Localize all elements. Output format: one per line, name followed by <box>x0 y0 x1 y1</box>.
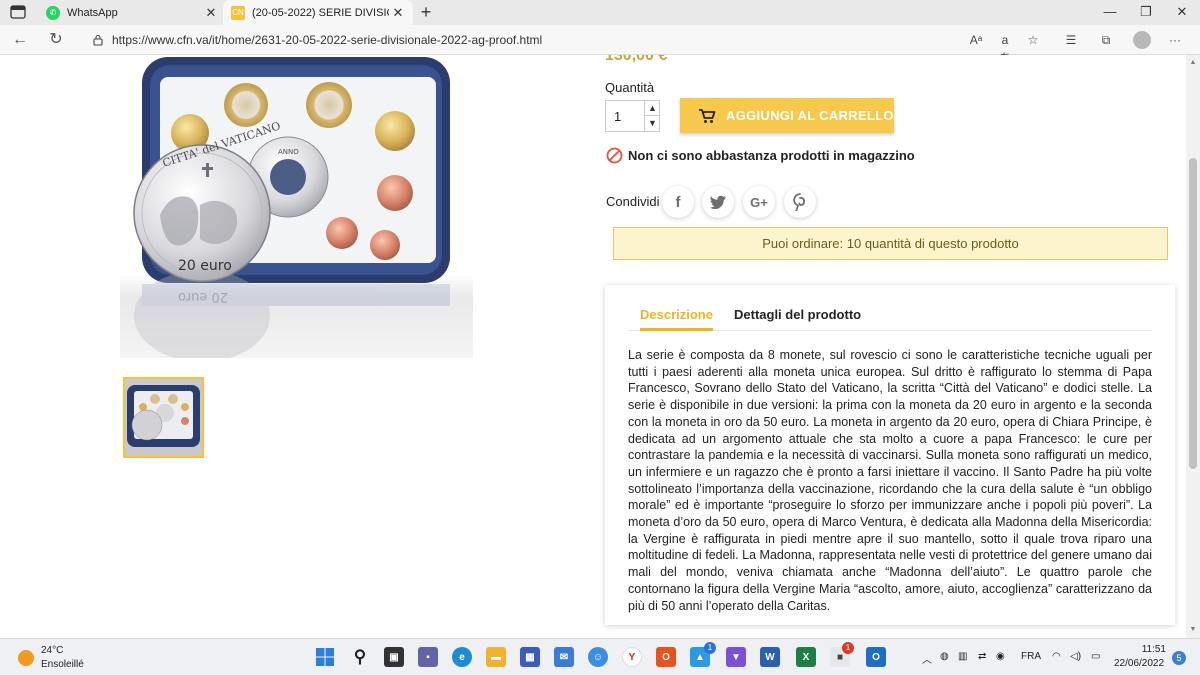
add-to-cart-label: AGGIUNGI AL CARRELLO <box>726 108 894 123</box>
favorites-icon[interactable]: ☰ <box>1062 31 1080 49</box>
googleplus-share-button[interactable]: G+ <box>743 186 775 218</box>
browser-tab-bar: ✆ WhatsApp ✕ CN (20-05-2022) SERIE DIVIS… <box>0 0 1200 25</box>
notification-badge: 1 <box>842 642 854 654</box>
start-menu-icon[interactable] <box>315 647 335 667</box>
edge-browser-icon[interactable]: e <box>452 647 472 667</box>
tray-app-icon[interactable]: ⇄ <box>978 651 986 662</box>
profile-avatar[interactable] <box>1133 31 1151 49</box>
googleplus-icon: G+ <box>750 194 768 210</box>
stock-warning-text: Non ci sono abbastanza prodotti in magaz… <box>628 148 915 163</box>
scroll-thumb[interactable] <box>1189 158 1197 469</box>
teams-chat-icon[interactable]: ▪ <box>418 647 438 667</box>
task-view-icon[interactable]: ▣ <box>384 647 404 667</box>
back-arrow-icon[interactable]: ← <box>10 30 30 50</box>
notification-count[interactable]: 5 <box>1172 651 1186 665</box>
whatsapp-icon: ✆ <box>46 5 60 20</box>
collections-icon[interactable]: ⧉ <box>1097 31 1115 49</box>
vpn-icon[interactable]: ▼ <box>726 647 746 667</box>
url-field[interactable]: https://www.cfn.va/it/home/2631-20-05-20… <box>86 29 1086 51</box>
microsoft-store-icon[interactable]: ▦ <box>520 647 540 667</box>
office-icon[interactable]: O <box>656 647 676 667</box>
twitter-share-button[interactable] <box>702 186 734 218</box>
minimize-button[interactable]: — <box>1100 3 1120 21</box>
description-card: Descrizione Dettagli del prodotto La ser… <box>605 285 1175 625</box>
description-text: La serie è composta da 8 monete, sul rov… <box>628 348 1152 613</box>
tray-app-icon[interactable]: ◉ <box>996 651 1005 662</box>
new-tab-button[interactable]: + <box>416 2 436 22</box>
coin-reflection-label: 20 euro <box>178 289 228 304</box>
weather-temperature[interactable]: 24°C <box>41 645 63 656</box>
wifi-icon[interactable]: ◠ <box>1052 651 1061 662</box>
notification-badge: 1 <box>704 642 716 654</box>
tab-title: WhatsApp <box>67 6 118 19</box>
pinterest-icon <box>793 193 805 211</box>
mail-icon[interactable]: ✉ <box>554 647 574 667</box>
coin-ring-text: ANNO <box>278 148 299 156</box>
read-aloud-icon[interactable]: Aᵃ <box>967 31 985 49</box>
outlook-icon[interactable]: O <box>866 647 886 667</box>
page-scrollbar[interactable]: ▲ ▼ <box>1186 55 1200 638</box>
restore-button[interactable]: ❐ <box>1136 3 1156 21</box>
yandex-browser-icon[interactable]: Y <box>622 647 642 667</box>
share-label: Condividi <box>606 194 660 209</box>
close-icon[interactable]: ✕ <box>202 5 220 21</box>
availability-notice: Puoi ordinare: 10 quantità di questo pro… <box>613 227 1168 260</box>
windows-taskbar: 24°C Ensoleillé ⚲ ▣ ▪ e ▬ ▦ ✉ ☺ Y O ▲ 1 … <box>0 638 1200 675</box>
translate-icon[interactable]: aあ <box>996 31 1014 65</box>
word-icon[interactable]: W <box>760 647 780 667</box>
weather-sun-icon[interactable] <box>18 650 34 666</box>
chat-app-icon[interactable]: ☺ <box>588 647 608 667</box>
product-image[interactable]: ANNO CITTA' del VATICANO 20 euro 20 euro <box>120 55 473 358</box>
tab-whatsapp[interactable]: ✆ WhatsApp ✕ <box>36 0 226 25</box>
tray-overflow-icon[interactable]: ︿ <box>922 651 932 666</box>
search-icon[interactable]: ⚲ <box>350 647 370 667</box>
product-price: 130,00 € <box>605 55 668 64</box>
facebook-share-button[interactable]: f <box>662 186 694 218</box>
twitter-icon <box>709 195 726 209</box>
tab-cfn[interactable]: CN (20-05-2022) SERIE DIVISIONALE ✕ <box>223 0 413 25</box>
more-options-icon[interactable]: ··· <box>1166 31 1184 49</box>
clock-time[interactable]: 11:51 <box>1140 644 1166 655</box>
cart-icon <box>699 108 716 123</box>
lock-icon <box>93 34 103 46</box>
url-text: https://www.cfn.va/it/home/2631-20-05-20… <box>112 33 543 47</box>
tray-app-icon[interactable]: ◍ <box>940 651 949 662</box>
tray-app-icon[interactable]: ▥ <box>958 651 967 662</box>
close-icon[interactable]: ✕ <box>389 5 407 21</box>
tab-dettagli-prodotto[interactable]: Dettagli del prodotto <box>734 307 861 331</box>
address-bar: ← ↻ https://www.cfn.va/it/home/2631-20-0… <box>0 25 1200 65</box>
close-window-button[interactable]: ✕ <box>1172 3 1192 21</box>
product-thumbnail[interactable] <box>123 377 204 458</box>
quantity-value[interactable]: 1 <box>614 109 621 124</box>
favorite-add-icon[interactable]: ☆ <box>1024 31 1042 49</box>
quantity-label: Quantità <box>605 80 655 95</box>
language-indicator[interactable]: FRA <box>1021 651 1041 662</box>
pinterest-share-button[interactable] <box>784 186 816 218</box>
quantity-increase-button[interactable]: ▲ <box>644 101 660 116</box>
file-explorer-icon[interactable]: ▬ <box>486 647 506 667</box>
ban-icon <box>606 147 623 164</box>
cfn-favicon-icon: CN <box>231 5 245 20</box>
tab-title: (20-05-2022) SERIE DIVISIONALE <box>252 6 389 19</box>
product-page: 130,00 € ANNO CITTA' del VATICANO 20 eur… <box>0 55 1186 638</box>
excel-icon[interactable]: X <box>796 647 816 667</box>
quantity-decrease-button[interactable]: ▼ <box>644 116 660 131</box>
quantity-stepper[interactable]: 1 ▲ ▼ <box>605 100 660 132</box>
description-tabs: Descrizione Dettagli del prodotto <box>628 302 1152 331</box>
volume-icon[interactable]: ◁) <box>1070 651 1081 662</box>
add-to-cart-button[interactable]: AGGIUNGI AL CARRELLO <box>680 98 894 133</box>
scroll-down-icon[interactable]: ▼ <box>1189 626 1197 633</box>
clock-date[interactable]: 22/06/2022 <box>1114 658 1164 669</box>
tab-actions-icon[interactable] <box>10 5 26 19</box>
scroll-up-icon[interactable]: ▲ <box>1189 59 1197 66</box>
battery-icon[interactable]: ▭ <box>1091 651 1100 662</box>
refresh-icon[interactable]: ↻ <box>46 30 66 50</box>
stock-warning: Non ci sono abbastanza prodotti in magaz… <box>606 147 915 164</box>
weather-description[interactable]: Ensoleillé <box>41 659 84 670</box>
tab-descrizione[interactable]: Descrizione <box>640 307 713 331</box>
facebook-icon: f <box>675 193 681 211</box>
